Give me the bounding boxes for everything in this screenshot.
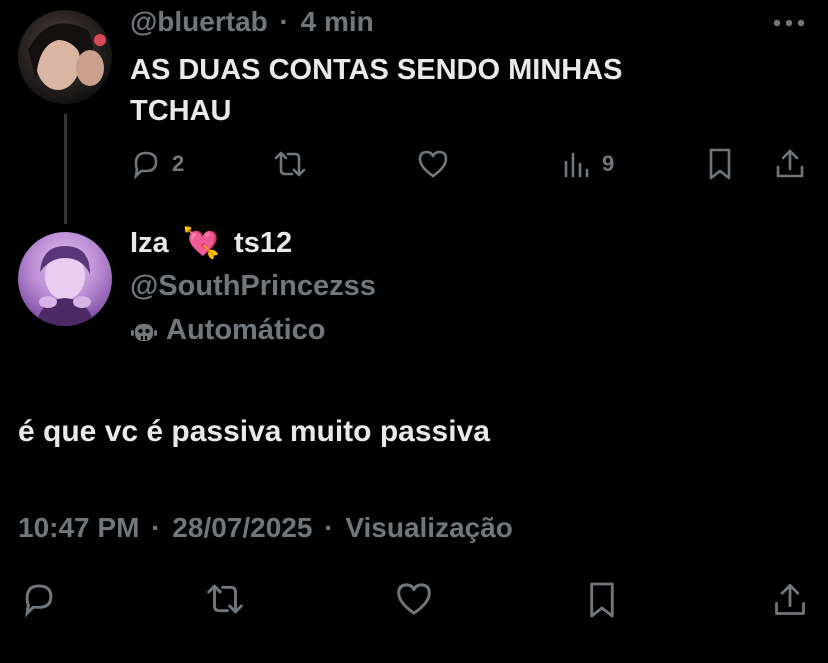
display-name-right: ts12 (234, 227, 293, 259)
reply-icon (20, 580, 58, 618)
display-name-left: Iza (130, 227, 169, 259)
parent-views-count: 9 (602, 151, 615, 176)
main-tweet-text: é que vc é passiva muito passiva (18, 415, 490, 448)
dot-separator-2: · (324, 512, 334, 543)
bookmark-icon (706, 147, 734, 181)
retweet-icon (204, 580, 246, 618)
like-button[interactable] (394, 580, 434, 618)
share-icon (774, 147, 806, 181)
reply-button[interactable] (20, 580, 58, 618)
main-display-name[interactable]: Iza 💘 ts12 (130, 226, 292, 261)
robot-icon (130, 317, 158, 345)
tweet-date[interactable]: 28/07/2025 (172, 512, 312, 543)
parent-share-button[interactable] (774, 146, 806, 182)
main-avatar[interactable] (18, 232, 112, 326)
parent-reply-button[interactable]: 2 (130, 146, 184, 182)
retweet-button[interactable] (204, 580, 246, 618)
more-icon[interactable] (772, 16, 806, 30)
views-label[interactable]: Visualização (345, 512, 513, 543)
bookmark-icon (586, 580, 618, 620)
parent-text-line-1: AS DUAS CONTAS SENDO MINHAS (130, 54, 623, 86)
reply-icon (130, 148, 162, 180)
automated-account-label[interactable]: Automático (130, 314, 326, 347)
thread-connector-line (64, 114, 67, 224)
retweet-icon (272, 148, 308, 180)
heart-icon (416, 148, 450, 180)
share-button[interactable] (772, 580, 808, 620)
parent-time[interactable]: 4 min (301, 6, 374, 37)
parent-views-button[interactable]: 9 (562, 146, 614, 182)
parent-bookmark-button[interactable] (706, 146, 734, 182)
parent-like-button[interactable] (416, 146, 450, 182)
parent-retweet-button[interactable] (272, 146, 308, 182)
dot-separator-1: · (151, 512, 161, 543)
separator-dot: · (279, 6, 289, 37)
parent-text-line-2: TCHAU (130, 95, 232, 127)
heart-icon (394, 580, 434, 618)
main-handle[interactable]: @SouthPrincezss (130, 270, 376, 303)
share-icon (772, 580, 808, 620)
parent-avatar[interactable] (18, 10, 112, 104)
views-icon (562, 148, 592, 180)
parent-tweet-meta: @bluertab · 4 min (130, 6, 374, 38)
bookmark-button[interactable] (586, 580, 618, 620)
heart-arrow-emoji: 💘 (182, 227, 221, 260)
parent-tweet-text: AS DUAS CONTAS SENDO MINHAS TCHAU (130, 50, 730, 132)
parent-reply-count: 2 (172, 151, 185, 176)
automated-label-text: Automático (166, 314, 326, 346)
tweet-timestamp-line: 10:47 PM · 28/07/2025 · Visualização (18, 512, 513, 544)
tweet-time[interactable]: 10:47 PM (18, 512, 139, 543)
parent-handle[interactable]: @bluertab (130, 6, 268, 37)
